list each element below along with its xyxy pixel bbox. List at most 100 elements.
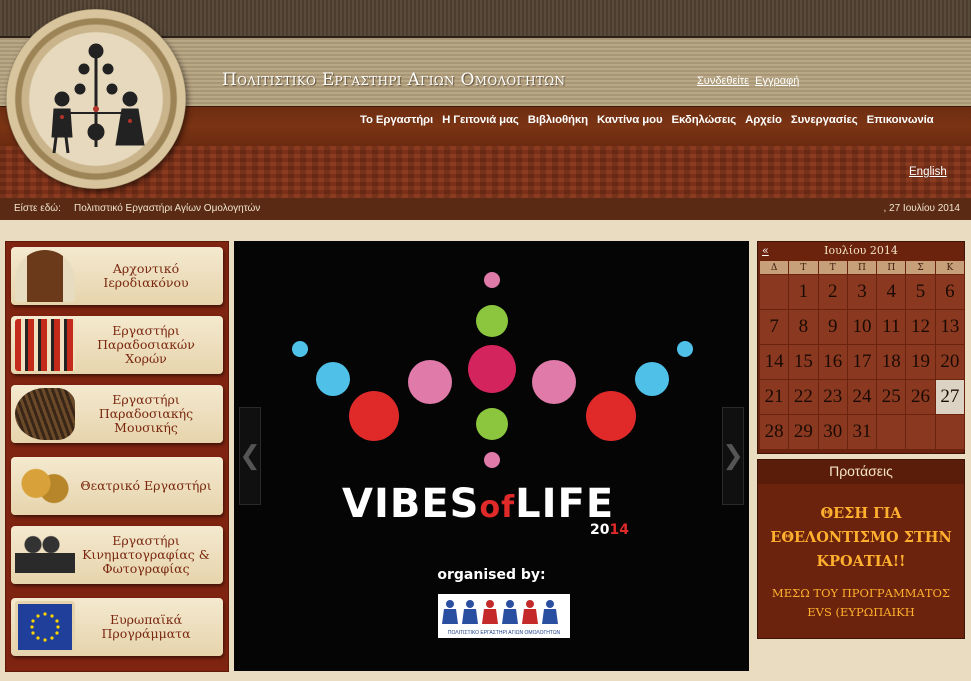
calendar-day[interactable]: 17 bbox=[846, 344, 878, 380]
site-logo[interactable] bbox=[6, 9, 186, 189]
sidebar-item-label: Ευρωπαϊκά Προγράμματα bbox=[101, 612, 191, 641]
calendar-day[interactable]: 9 bbox=[817, 309, 848, 345]
calendar-day[interactable]: 21 bbox=[758, 379, 790, 415]
calendar-day[interactable]: 6 bbox=[934, 274, 966, 310]
of-text: of bbox=[479, 490, 516, 525]
life-text: LIFE bbox=[515, 481, 615, 527]
calendar: Ιουλίου 2014 « Δ Τ Τ Π Π Σ Κ 1 2 3 4 5 6… bbox=[757, 241, 966, 454]
calendar-day bbox=[758, 274, 790, 310]
sidebar-item-label: Εργαστήρι Παραδοσιακής Μουσικής bbox=[98, 392, 194, 435]
event-year: 2014 bbox=[590, 522, 629, 538]
calendar-day[interactable]: 1 bbox=[788, 274, 819, 310]
calendar-day[interactable]: 23 bbox=[817, 379, 848, 415]
drum-icon bbox=[15, 388, 75, 440]
organizer-logo-text: ΠΟΛΙΤΙΣΤΙΚΟ ΕΡΓΑΣΤΗΡΙ ΑΓΙΩΝ ΟΜΟΛΟΓΗΤΩΝ bbox=[447, 630, 561, 636]
calendar-day[interactable]: 11 bbox=[876, 309, 907, 345]
theater-masks-icon bbox=[15, 460, 75, 512]
language-english-link[interactable]: English bbox=[909, 166, 947, 178]
calendar-day[interactable]: 12 bbox=[905, 309, 936, 345]
nav-item-neighborhood[interactable]: Η Γειτονιά μας bbox=[442, 114, 519, 126]
breadcrumb-label: Είστε εδώ: bbox=[14, 203, 61, 214]
main-nav: Το Εργαστήρι Η Γειτονιά μας Βιβλιοθήκη Κ… bbox=[360, 114, 934, 126]
calendar-week: 28 29 30 31 bbox=[758, 414, 966, 450]
calendar-day bbox=[905, 414, 936, 450]
suggestions-box: Προτάσεις ΘΕΣΗ ΓΙΑ ΕΘΕΛΟΝΤΙΣΜΟ ΣΤΗΝ ΚΡΟΑ… bbox=[757, 459, 965, 639]
sidebar-item-label: Εργαστήρι Παραδοσιακών Χορών bbox=[97, 323, 195, 366]
calendar-day[interactable]: 29 bbox=[788, 414, 819, 450]
sidebar-item-label: Θεατρικό Εργαστήρι bbox=[80, 478, 212, 493]
sidebar-item-cinema[interactable]: Εργαστήρι Κινηματογραφίας & Φωτογραφίας bbox=[11, 526, 223, 584]
calendar-day[interactable]: 2 bbox=[817, 274, 848, 310]
nav-item-library[interactable]: Βιβλιοθήκη bbox=[528, 114, 588, 126]
calendar-day[interactable]: 24 bbox=[846, 379, 878, 415]
calendar-day[interactable]: 19 bbox=[905, 344, 936, 380]
weekday: Σ bbox=[905, 260, 936, 275]
calendar-day[interactable]: 3 bbox=[846, 274, 878, 310]
slideshow[interactable]: ❮ ❯ VIBESofLIFE 2014 organised by: ΠΟΛΙΤ… bbox=[234, 241, 749, 671]
login-link[interactable]: Συνδεθείτε bbox=[697, 75, 749, 87]
calendar-month: Ιουλίου 2014 bbox=[824, 244, 898, 257]
sidebar-item-label: Εργαστήρι Κινηματογραφίας & Φωτογραφίας bbox=[82, 533, 210, 576]
sidebar-item-label: Αρχοντικό Ιεροδιακόνου bbox=[103, 261, 189, 290]
breadcrumb: Είστε εδώ: Πολιτιστικό Εργαστήρι Αγίων Ο… bbox=[0, 198, 971, 220]
calendar-week: 1 2 3 4 5 6 bbox=[758, 274, 966, 310]
calendar-day[interactable]: 30 bbox=[817, 414, 848, 450]
calendar-day[interactable]: 31 bbox=[846, 414, 878, 450]
vibes-text: VIBES bbox=[342, 481, 480, 527]
calendar-day[interactable]: 16 bbox=[817, 344, 848, 380]
weekday: Δ bbox=[758, 260, 790, 275]
dancers-emblem-icon bbox=[51, 43, 145, 154]
calendar-day-today[interactable]: 27 bbox=[934, 379, 966, 415]
nav-item-workshop[interactable]: Το Εργαστήρι bbox=[360, 114, 433, 126]
weekday: Τ bbox=[788, 260, 819, 275]
calendar-header: Ιουλίου 2014 « bbox=[758, 242, 964, 260]
nav-item-canteen[interactable]: Καντίνα μου bbox=[597, 114, 663, 126]
nav-item-collaborations[interactable]: Συνεργασίες bbox=[791, 114, 858, 126]
vibes-dots-graphic bbox=[292, 272, 693, 468]
calendar-grid: Δ Τ Τ Π Π Σ Κ 1 2 3 4 5 6 7 8 9 10 11 12… bbox=[758, 260, 966, 450]
calendar-prev-month-link[interactable]: « bbox=[762, 244, 769, 257]
calendar-day[interactable]: 13 bbox=[934, 309, 966, 345]
door-icon bbox=[15, 250, 75, 302]
dancers-icon bbox=[15, 319, 75, 371]
calendar-day[interactable]: 22 bbox=[788, 379, 819, 415]
calendar-weekdays: Δ Τ Τ Π Π Σ Κ bbox=[758, 260, 966, 275]
sidebar-item-music[interactable]: Εργαστήρι Παραδοσιακής Μουσικής bbox=[11, 385, 223, 443]
year-part-accent: 14 bbox=[609, 522, 629, 538]
film-camera-icon bbox=[15, 529, 75, 581]
calendar-day[interactable]: 20 bbox=[934, 344, 966, 380]
sidebar-item-theater[interactable]: Θεατρικό Εργαστήρι bbox=[11, 457, 223, 515]
vibes-of-life-logo: VIBESofLIFE bbox=[342, 481, 614, 527]
calendar-day[interactable]: 15 bbox=[788, 344, 819, 380]
calendar-day[interactable]: 28 bbox=[758, 414, 790, 450]
current-date: , 27 Ιουλίου 2014 bbox=[883, 203, 960, 214]
site-title: Πολιτιστικο Εργαστηρι Αγιων Ομολογητων bbox=[222, 70, 566, 90]
suggestion-subtext: ΜΕΣΩ ΤΟΥ ΠΡΟΓΡΑΜΜΑΤΟΣ EVS (ΕΥΡΩΠΑΙΚΗ bbox=[771, 586, 951, 619]
calendar-day[interactable]: 5 bbox=[905, 274, 936, 310]
calendar-day[interactable]: 18 bbox=[876, 344, 907, 380]
calendar-day[interactable]: 26 bbox=[905, 379, 936, 415]
sidebar-item-dance[interactable]: Εργαστήρι Παραδοσιακών Χορών bbox=[11, 316, 223, 374]
calendar-week: 14 15 16 17 18 19 20 bbox=[758, 344, 966, 380]
calendar-day[interactable]: 7 bbox=[758, 309, 790, 345]
nav-item-contact[interactable]: Επικοινωνία bbox=[867, 114, 934, 126]
suggestion-headline[interactable]: ΘΕΣΗ ΓΙΑ ΕΘΕΛΟΝΤΙΣΜΟ ΣΤΗΝ ΚΡΟΑΤΙΑ!! bbox=[764, 502, 958, 574]
calendar-day bbox=[876, 414, 907, 450]
calendar-day[interactable]: 4 bbox=[876, 274, 907, 310]
organizer-logo: ΠΟΛΙΤΙΣΤΙΚΟ ΕΡΓΑΣΤΗΡΙ ΑΓΙΩΝ ΟΜΟΛΟΓΗΤΩΝ bbox=[438, 594, 570, 638]
sidebar-item-eu-programs[interactable]: Ευρωπαϊκά Προγράμματα bbox=[11, 598, 223, 656]
calendar-day[interactable]: 14 bbox=[758, 344, 790, 380]
register-link[interactable]: Εγγραφή bbox=[755, 75, 799, 87]
login-links: Συνδεθείτε Εγγραφή bbox=[697, 75, 802, 87]
organised-by-label: organised by: bbox=[437, 567, 546, 583]
weekday: Π bbox=[876, 260, 907, 275]
weekday: Κ bbox=[934, 260, 966, 275]
calendar-day[interactable]: 8 bbox=[788, 309, 819, 345]
calendar-day bbox=[934, 414, 966, 450]
calendar-day[interactable]: 10 bbox=[846, 309, 878, 345]
nav-item-archive[interactable]: Αρχείο bbox=[745, 114, 782, 126]
nav-item-events[interactable]: Εκδηλώσεις bbox=[672, 114, 737, 126]
calendar-day[interactable]: 25 bbox=[876, 379, 907, 415]
weekday: Π bbox=[846, 260, 878, 275]
sidebar-item-mansion[interactable]: Αρχοντικό Ιεροδιακόνου bbox=[11, 247, 223, 305]
